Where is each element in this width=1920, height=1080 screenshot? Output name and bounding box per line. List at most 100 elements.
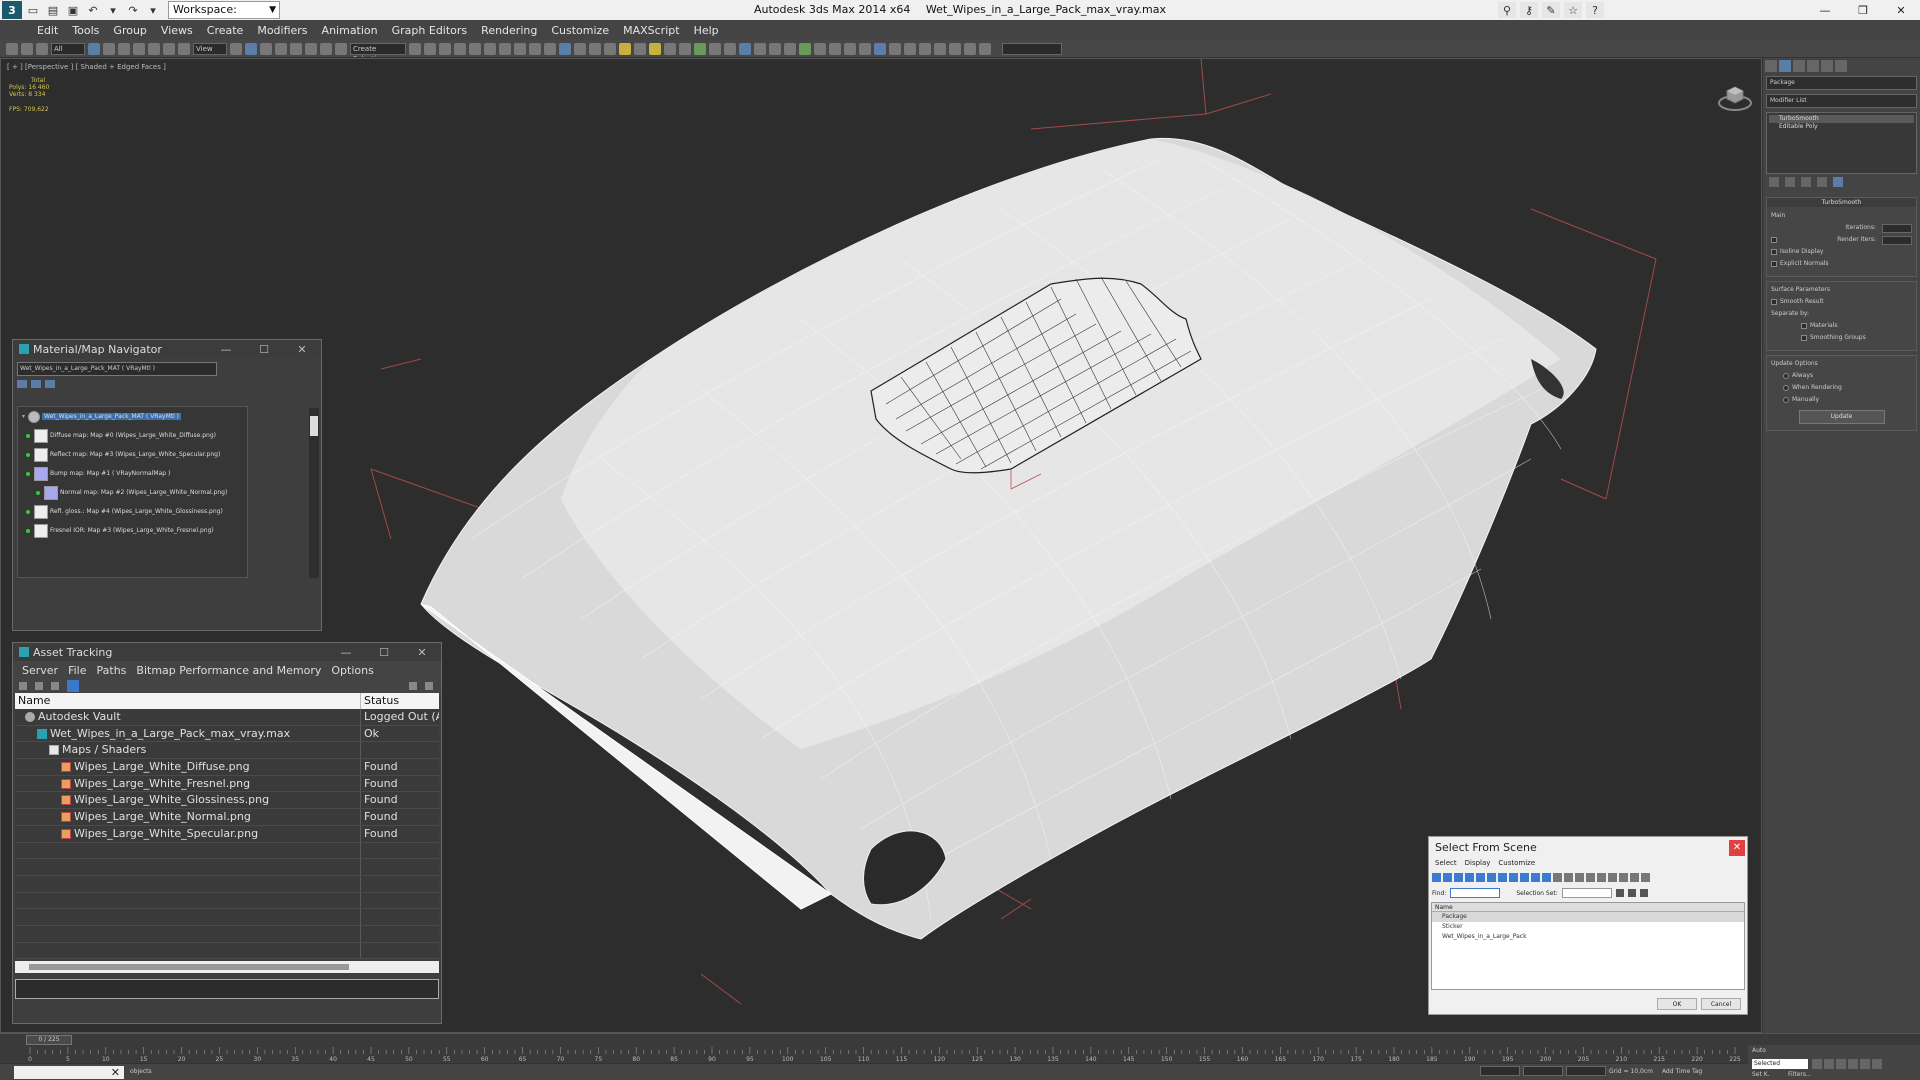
ok-button[interactable]: OK <box>1657 998 1697 1010</box>
script-tool-icon[interactable] <box>859 42 871 55</box>
pivot-center-icon[interactable] <box>230 42 242 55</box>
star-icon[interactable]: ☆ <box>1564 2 1582 18</box>
manually-radio[interactable] <box>1783 397 1789 403</box>
close-icon[interactable]: ✕ <box>283 340 321 358</box>
binoculars-icon[interactable]: ⚲ <box>1498 2 1516 18</box>
go-to-start-icon[interactable] <box>1812 1059 1822 1069</box>
refresh-icon[interactable] <box>19 682 27 690</box>
object-name-field[interactable]: Package <box>1766 76 1917 90</box>
display-containers-icon[interactable] <box>1531 873 1540 882</box>
new-file-icon[interactable]: ▭ <box>24 2 42 18</box>
next-frame-icon[interactable] <box>1848 1059 1858 1069</box>
z-coord-field[interactable] <box>1566 1066 1606 1076</box>
vray-mesh-export-icon[interactable] <box>604 42 616 55</box>
menu-group[interactable]: Group <box>106 24 154 37</box>
isoline-checkbox[interactable] <box>1771 249 1777 255</box>
utilities-tab-icon[interactable] <box>1835 60 1847 72</box>
go-to-end-icon[interactable] <box>1860 1059 1870 1069</box>
vray-material-icon[interactable] <box>784 42 796 55</box>
menu-tools[interactable]: Tools <box>65 24 106 37</box>
always-radio[interactable] <box>1783 373 1789 379</box>
key-filters-button[interactable]: Filters... <box>1788 1071 1812 1078</box>
turbosmooth-rollout-title[interactable]: TurboSmooth <box>1767 198 1916 207</box>
when-rendering-radio[interactable] <box>1783 385 1789 391</box>
list-item-package[interactable]: Package <box>1432 912 1744 922</box>
table-row[interactable]: Wet_Wipes_in_a_Large_Pack_max_vray.max Ok <box>15 725 439 743</box>
scrollbar-thumb[interactable] <box>29 964 349 971</box>
filter-icon[interactable] <box>1630 873 1639 882</box>
open-file-icon[interactable]: ▤ <box>44 2 62 18</box>
tree-item-root-material[interactable]: ▾ Wet_Wipes_in_a_Large_Pack_MAT ( VRayMt… <box>18 407 247 426</box>
display-groups-icon[interactable] <box>1498 873 1507 882</box>
menu-edit[interactable]: Edit <box>30 24 65 37</box>
display-helpers-icon[interactable] <box>1476 873 1485 882</box>
find-input[interactable] <box>1450 888 1501 898</box>
viewcube-icon[interactable] <box>1715 77 1755 117</box>
table-view-icon[interactable] <box>67 680 79 692</box>
checkout-icon[interactable] <box>35 682 43 690</box>
maxscript-listener-mini[interactable]: ✕ <box>14 1066 124 1079</box>
tree-item-fresnel-map[interactable]: Fresnel IOR: Map #3 (Wipes_Large_White_F… <box>18 521 247 540</box>
remove-modifier-icon[interactable] <box>1817 177 1827 187</box>
tree-item-bump-map[interactable]: Bump map: Map #1 ( VRayNormalMap ) <box>18 464 247 483</box>
render-iters-spinner[interactable] <box>1882 235 1912 245</box>
selection-set-add-icon[interactable] <box>1615 889 1624 897</box>
hierarchy-tab-icon[interactable] <box>1793 60 1805 72</box>
column-header-status[interactable]: Status <box>361 693 399 709</box>
close-icon[interactable]: ✕ <box>1882 0 1920 20</box>
pin-stack-icon[interactable] <box>1769 177 1779 187</box>
help-icon[interactable] <box>409 682 417 690</box>
menu-help[interactable]: Help <box>687 24 726 37</box>
display-frozen-icon[interactable] <box>1542 873 1551 882</box>
menu-select[interactable]: Select <box>1435 859 1457 871</box>
angle-snap-icon[interactable] <box>290 42 302 55</box>
display-invert-icon[interactable] <box>1586 873 1595 882</box>
minimize-icon[interactable]: — <box>1806 0 1844 20</box>
display-none-icon[interactable] <box>1575 873 1584 882</box>
vray-ies-icon[interactable] <box>664 42 676 55</box>
vray-camera-icon[interactable] <box>739 42 751 55</box>
table-row[interactable]: Wipes_Large_White_Glossiness.png Found <box>15 792 439 810</box>
select-manipulate-icon[interactable] <box>245 42 257 55</box>
user-tool-3-icon[interactable] <box>979 42 991 55</box>
configure-sets-icon[interactable] <box>1833 177 1843 187</box>
navigator-scrollbar[interactable] <box>309 408 319 578</box>
select-children-icon[interactable] <box>1619 873 1628 882</box>
table-row[interactable]: Wipes_Large_White_Specular.png Found <box>15 825 439 843</box>
display-shapes-icon[interactable] <box>1443 873 1452 882</box>
settings-icon[interactable] <box>425 682 433 690</box>
add-time-tag-button[interactable]: Add Time Tag <box>1662 1068 1702 1075</box>
vray-light-lister-icon[interactable] <box>589 42 601 55</box>
column-header-name[interactable]: Name <box>15 693 361 709</box>
history-icon[interactable] <box>51 682 59 690</box>
minimize-icon[interactable]: — <box>207 340 245 358</box>
update-button[interactable]: Update <box>1798 410 1885 424</box>
align-icon[interactable] <box>424 42 436 55</box>
x-coord-field[interactable] <box>1480 1066 1520 1076</box>
window-crossing-icon[interactable] <box>133 42 145 55</box>
interactive-render-icon[interactable] <box>904 42 916 55</box>
named-selection-dropdown[interactable]: Create Selection <box>350 42 406 57</box>
close-icon[interactable]: ✕ <box>403 643 441 661</box>
menu-customize[interactable]: Customize <box>1498 859 1535 871</box>
material-editor-icon[interactable] <box>499 42 511 55</box>
undo-icon[interactable]: ↶ <box>84 2 102 18</box>
render-region-icon[interactable] <box>889 42 901 55</box>
show-end-result-icon[interactable] <box>1785 177 1795 187</box>
vray-light-icon[interactable] <box>619 42 631 55</box>
vray-sun-icon[interactable] <box>634 42 646 55</box>
ref-coord-dropdown[interactable]: View <box>193 42 227 55</box>
column-header-name[interactable]: Name <box>1432 903 1744 912</box>
maximize-icon[interactable]: ❐ <box>1844 0 1882 20</box>
selection-set-remove-icon[interactable] <box>1627 889 1636 897</box>
help-icon[interactable]: ? <box>1586 2 1604 18</box>
display-tab-icon[interactable] <box>1821 60 1833 72</box>
vray-proxy-icon[interactable] <box>679 42 691 55</box>
menu-rendering[interactable]: Rendering <box>474 24 544 37</box>
mirror-icon[interactable] <box>409 42 421 55</box>
auto-key-button[interactable]: Auto <box>1752 1047 1766 1054</box>
vray-displacement-icon[interactable] <box>769 42 781 55</box>
percent-snap-icon[interactable] <box>305 42 317 55</box>
schematic-view-icon[interactable] <box>484 42 496 55</box>
material-path-field[interactable]: Wet_Wipes_in_a_Large_Pack_MAT ( VRayMtl … <box>17 362 217 376</box>
